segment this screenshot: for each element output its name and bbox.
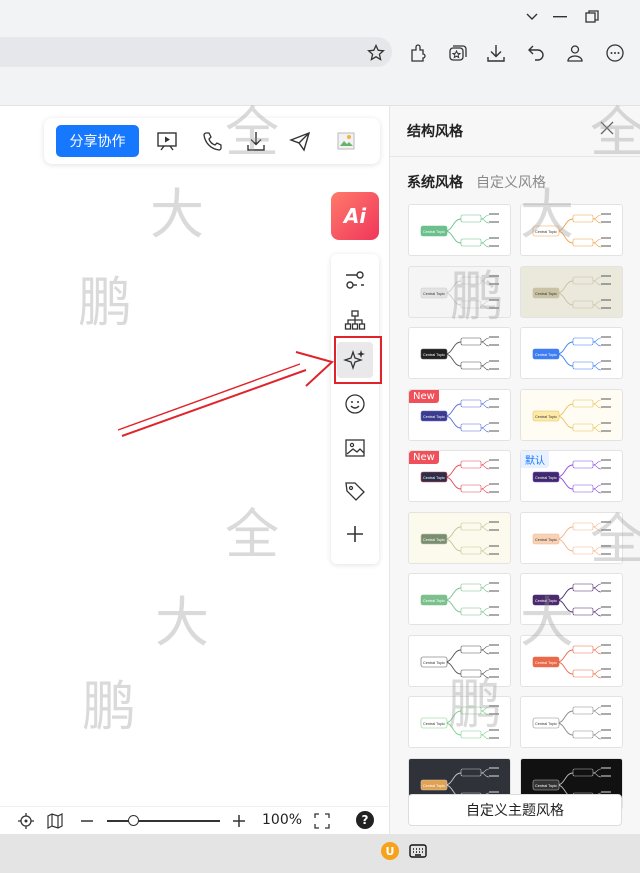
theme-thumbnail[interactable]: Central Topic: [408, 204, 511, 256]
zoom-slider-handle[interactable]: [128, 815, 139, 826]
fullscreen-icon[interactable]: [312, 811, 332, 831]
central-topic-text: Central Topic: [423, 353, 445, 357]
central-topic-text: Central Topic: [535, 353, 557, 357]
central-topic-text: Central Topic: [423, 784, 445, 788]
central-topic-text: Central Topic: [423, 292, 445, 296]
theme-badge: New: [409, 451, 439, 464]
theme-thumbnail[interactable]: Central Topic: [408, 265, 511, 318]
central-topic-text: Central Topic: [423, 415, 445, 419]
central-topic-text: Central Topic: [535, 415, 557, 419]
theme-thumbnail[interactable]: Central Topic: [520, 388, 623, 441]
theme-thumbnail[interactable]: Central Topic New: [408, 388, 511, 441]
close-icon[interactable]: [600, 120, 614, 139]
locate-icon[interactable]: [16, 811, 36, 831]
central-topic-text: Central Topic: [423, 230, 445, 234]
divider: [390, 156, 640, 157]
u-tray-icon[interactable]: U: [381, 842, 399, 860]
tab-custom-style[interactable]: 自定义风格: [476, 172, 546, 192]
central-topic-text: Central Topic: [535, 722, 557, 726]
central-topic-text: Central Topic: [535, 599, 557, 603]
central-topic-text: Central Topic: [535, 230, 557, 234]
theme-thumbnail[interactable]: Central Topic: [520, 696, 623, 748]
central-topic-text: Central Topic: [423, 599, 445, 603]
central-topic-text: Central Topic: [535, 784, 557, 788]
theme-thumbnail[interactable]: Central Topic: [520, 634, 623, 687]
theme-thumbnail[interactable]: Central Topic New: [408, 450, 511, 502]
central-topic-text: Central Topic: [535, 661, 557, 665]
central-topic-text: Central Topic: [423, 538, 445, 542]
zoom-in-icon[interactable]: [229, 811, 249, 831]
theme-thumbnail[interactable]: Central Topic: [520, 573, 623, 625]
theme-thumbnail[interactable]: Central Topic: [520, 511, 623, 564]
theme-thumbnail[interactable]: Central Topic: [408, 327, 511, 379]
theme-badge: 默认: [521, 451, 549, 468]
panel-title: 结构风格: [407, 124, 463, 140]
central-topic-text: Central Topic: [535, 476, 557, 480]
theme-thumbnail[interactable]: Central Topic: [408, 696, 511, 748]
central-topic-text: Central Topic: [535, 538, 557, 542]
zoom-slider[interactable]: [107, 820, 220, 822]
theme-thumbnail[interactable]: Central Topic: [520, 327, 623, 379]
zoom-out-icon[interactable]: [77, 811, 97, 831]
central-topic-text: Central Topic: [423, 476, 445, 480]
keyboard-icon[interactable]: [408, 841, 428, 861]
theme-badge: New: [409, 389, 439, 403]
bottom-bar: 100% ?: [0, 806, 388, 834]
taskbar: [0, 834, 640, 873]
central-topic-text: Central Topic: [535, 292, 557, 296]
central-topic-text: Central Topic: [423, 661, 445, 665]
theme-thumbnail[interactable]: Central Topic: [408, 573, 511, 625]
help-icon[interactable]: ?: [356, 811, 374, 829]
theme-thumbnail[interactable]: Central Topic: [520, 265, 623, 318]
tab-system-style[interactable]: 系统风格: [407, 172, 463, 192]
theme-thumbnail[interactable]: Central Topic: [408, 634, 511, 687]
theme-thumbnail[interactable]: Central Topic 默认: [520, 450, 623, 502]
custom-theme-button[interactable]: 自定义主题风格: [408, 794, 622, 826]
theme-thumbnail[interactable]: Central Topic: [520, 204, 623, 256]
map-icon[interactable]: [45, 811, 65, 831]
zoom-percentage: 100%: [262, 812, 303, 828]
theme-thumbnail[interactable]: Central Topic: [408, 511, 511, 564]
structure-style-panel: 结构风格 系统风格 自定义风格 Central Topic Central Top…: [389, 106, 640, 834]
central-topic-text: Central Topic: [423, 722, 445, 726]
